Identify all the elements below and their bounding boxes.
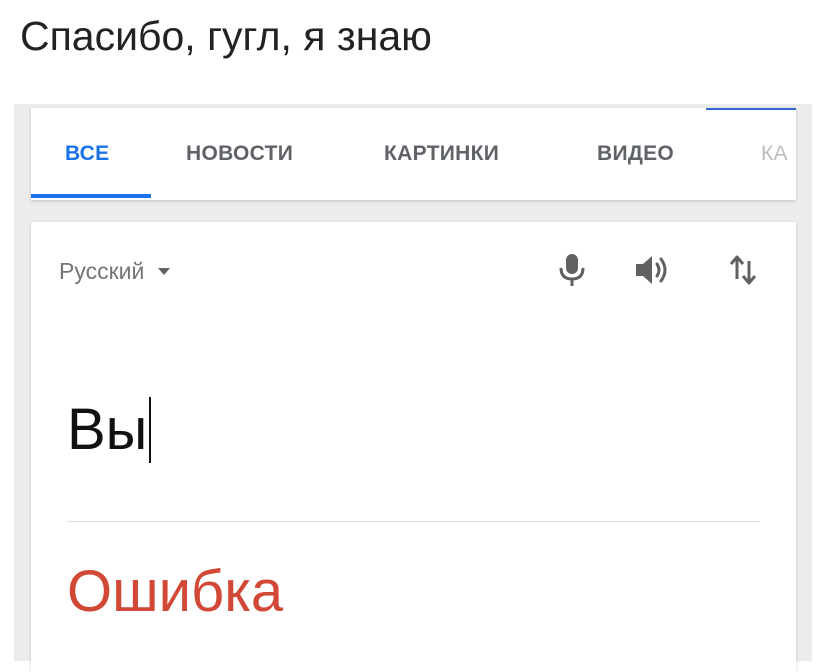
input-result-divider <box>67 521 760 522</box>
source-text-input[interactable]: Вы <box>67 394 152 466</box>
tab-images-label: КАРТИНКИ <box>384 142 500 165</box>
tab-video-label: ВИДЕО <box>597 142 675 165</box>
tab-news[interactable]: НОВОСТИ <box>186 108 293 200</box>
tab-video[interactable]: ВИДЕО <box>597 108 674 200</box>
tab-images[interactable]: КАРТИНКИ <box>384 108 499 200</box>
tab-all-label: ВСЕ <box>65 142 110 165</box>
speaker-icon[interactable] <box>633 250 673 290</box>
tab-news-label: НОВОСТИ <box>186 142 294 165</box>
active-tab-indicator <box>31 194 151 198</box>
tab-maps-partial-label: КА <box>761 142 788 165</box>
meme-caption: Спасибо, гугл, я знаю <box>20 13 432 59</box>
translation-result: Ошибка <box>67 559 284 624</box>
microphone-icon[interactable] <box>552 250 592 290</box>
swap-icon[interactable] <box>723 250 763 290</box>
text-cursor <box>149 397 152 463</box>
tab-maps-partial[interactable]: КА <box>761 108 788 200</box>
translate-widget: Русский Вы Ошибка <box>31 222 796 672</box>
source-language-select[interactable]: Русский <box>59 258 171 285</box>
search-tabs-bar: ВСЕ НОВОСТИ КАРТИНКИ ВИДЕО КА <box>31 108 796 200</box>
tab-all[interactable]: ВСЕ <box>65 108 109 200</box>
source-text-value: Вы <box>67 397 148 462</box>
source-language-label: Русский <box>59 258 145 284</box>
chevron-down-icon <box>158 268 171 275</box>
